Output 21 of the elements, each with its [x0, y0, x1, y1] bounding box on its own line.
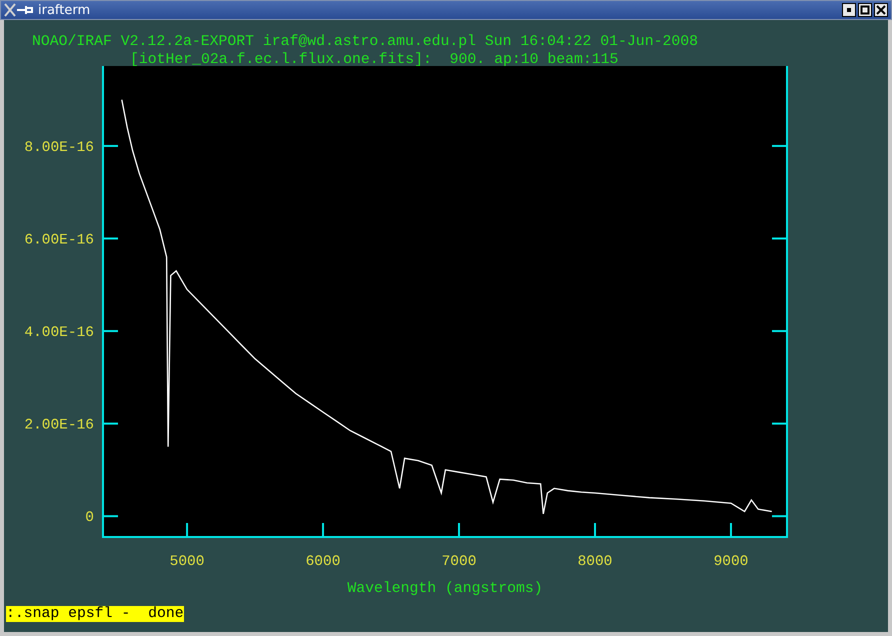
x-axis-label: Wavelength (angstroms): [347, 581, 543, 597]
x-tick-label: 9000: [714, 554, 748, 570]
window-title: irafterm: [38, 2, 90, 18]
plot-subtitle: [iotHer_02a.f.ec.l.flux.one.fits]: 900. ap:10 beam:115: [130, 51, 620, 69]
y-tick-label: 8.00E-16: [24, 140, 94, 156]
y-tick-label: 4.00E-16: [24, 325, 94, 342]
y-tick-label: 6.00E-16: [24, 232, 94, 249]
y-tick-label: 0: [85, 510, 94, 526]
window-menu-icon[interactable]: [4, 3, 34, 17]
maximize-icon: [860, 5, 870, 15]
maximize-button[interactable]: [858, 3, 872, 17]
plot-header: NOAO/IRAF V2.12.2a-EXPORT iraf@wd.astro.amu.edu.pl Sun 16:04:22 01-Jun-2008: [32, 33, 699, 51]
x-tick-label: 5000: [170, 554, 204, 570]
close-icon: [876, 5, 886, 15]
close-button[interactable]: [874, 3, 888, 17]
x-tick-label: 7000: [442, 554, 476, 570]
y-tick-label: 2.00E-16: [24, 418, 94, 434]
x-tick-label: 6000: [306, 554, 340, 570]
x-tick-label: 8000: [578, 554, 612, 570]
minimize-button[interactable]: [842, 3, 856, 17]
minimize-icon: [844, 5, 854, 15]
